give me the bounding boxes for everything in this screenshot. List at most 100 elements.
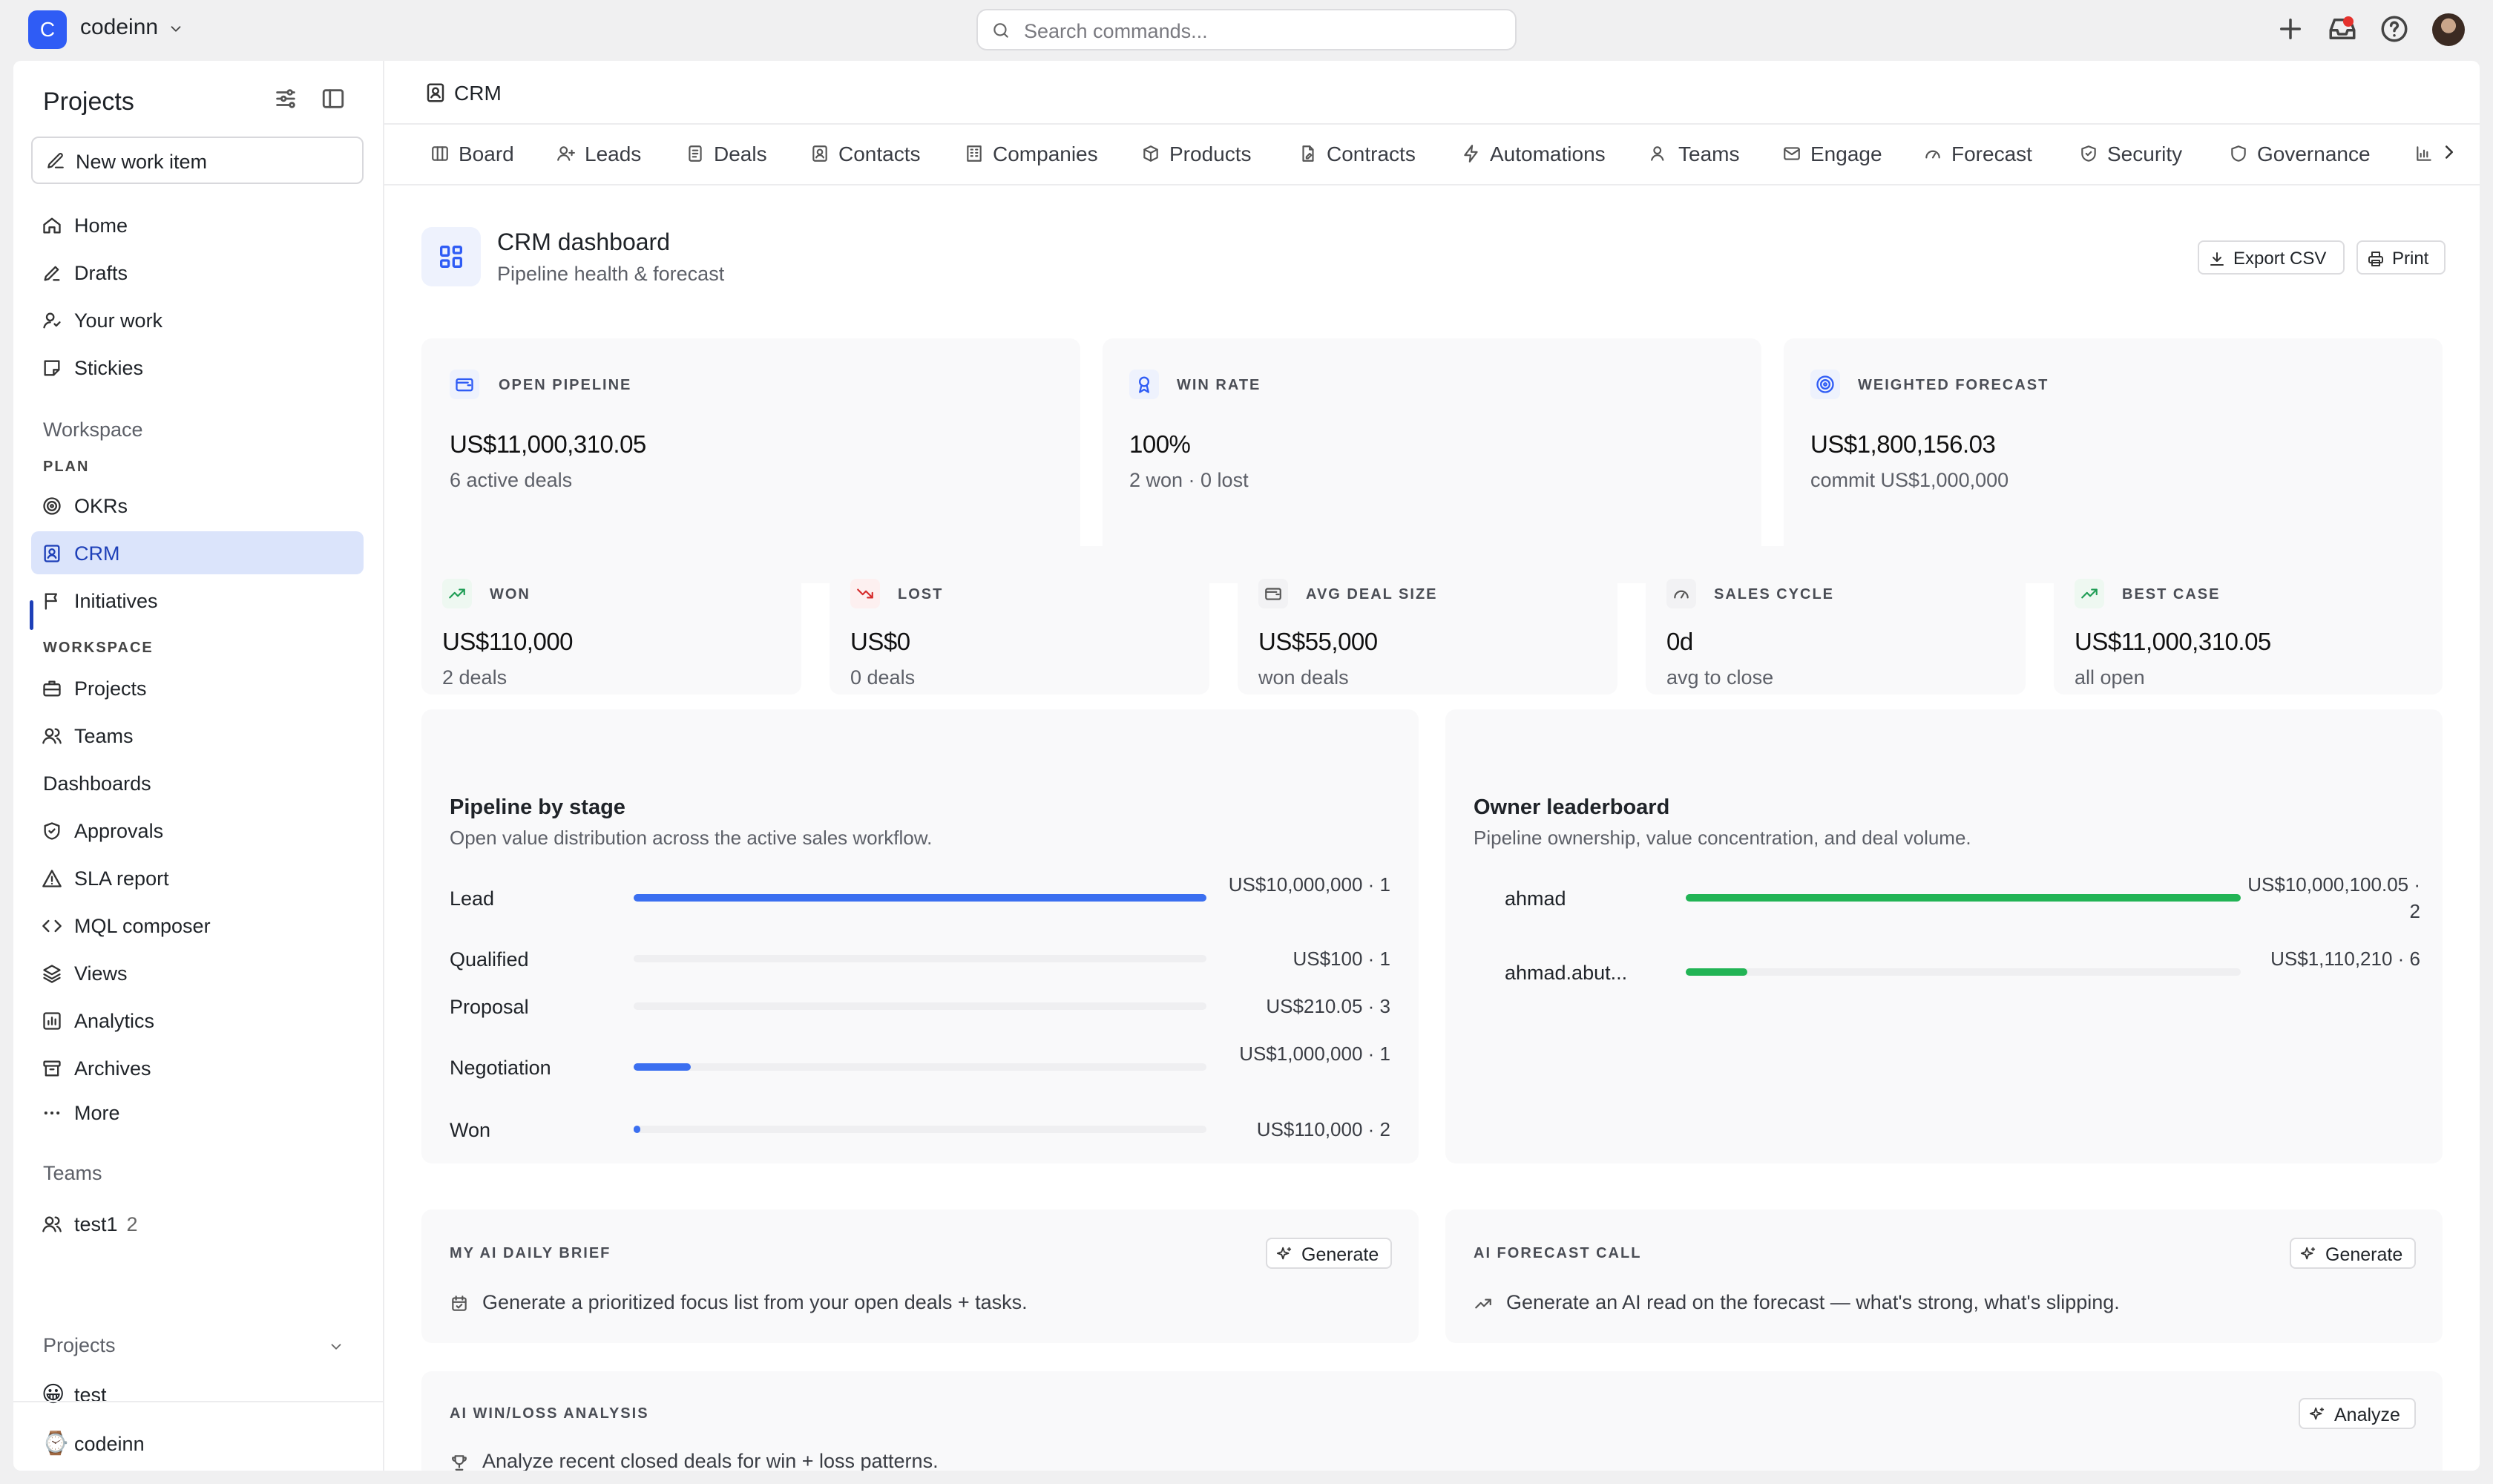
avatar[interactable] bbox=[2432, 13, 2465, 46]
kpi-sub: 6 active deals bbox=[450, 469, 573, 491]
sidebar-item-views[interactable]: Views bbox=[31, 951, 380, 994]
panel-title: Pipeline by stage bbox=[450, 795, 625, 819]
tab-label: Companies bbox=[993, 142, 1098, 165]
kpi-label: WIN RATE bbox=[1177, 377, 1261, 393]
leaderboard-panel: Owner leaderboard Pipeline ownership, va… bbox=[1445, 709, 2443, 1163]
help-icon[interactable] bbox=[2379, 13, 2410, 45]
project-item-test[interactable]: 😀 test bbox=[31, 1373, 380, 1416]
sidebar-item-archives[interactable]: Archives bbox=[31, 1046, 380, 1089]
chevron-right-icon[interactable] bbox=[2438, 141, 2460, 163]
bar-fill bbox=[634, 1063, 691, 1071]
sidebar-toggle-icon[interactable] bbox=[321, 86, 346, 111]
kpi-sub: avg to close bbox=[1666, 666, 1774, 689]
team-name: test1 bbox=[74, 1213, 118, 1235]
panel-subtitle: Open value distribution across the activ… bbox=[450, 827, 933, 849]
trend-down-icon bbox=[850, 579, 880, 608]
sidebar-item-label: Projects bbox=[74, 677, 147, 700]
generate-forecast-button[interactable]: Generate bbox=[2290, 1238, 2416, 1269]
print-button[interactable]: Print bbox=[2356, 240, 2446, 275]
briefcase-icon bbox=[42, 678, 62, 699]
sidebar-item-initiatives[interactable]: Initiatives bbox=[31, 579, 380, 622]
kpi-sub: commit US$1,000,000 bbox=[1810, 469, 2009, 491]
kpi-value: US$1,800,156.03 bbox=[1810, 430, 1996, 458]
kpi-label: WEIGHTED FORECAST bbox=[1858, 377, 2049, 393]
new-work-item-label: New work item bbox=[76, 151, 208, 173]
sidebar-item-okrs[interactable]: OKRs bbox=[31, 484, 380, 527]
edit-icon bbox=[46, 151, 65, 171]
sidebar-item-your-work[interactable]: Your work bbox=[31, 298, 380, 341]
sidebar-item-label: Drafts bbox=[74, 262, 128, 284]
divider bbox=[13, 1401, 383, 1402]
sidebar-item-more[interactable]: More bbox=[31, 1091, 380, 1134]
sidebar-item-team-test1[interactable]: test1 2 bbox=[31, 1202, 380, 1245]
main-content: CRM Board Leads Deals Contacts Companies… bbox=[384, 61, 2480, 1471]
bar-track bbox=[634, 894, 1206, 902]
sidebar-item-stickies[interactable]: Stickies bbox=[31, 346, 380, 389]
kpi-value: 0d bbox=[1666, 628, 1693, 655]
bar-value: US$110,000 · 2 bbox=[1256, 1118, 1390, 1140]
users-icon bbox=[42, 1214, 62, 1235]
new-work-item-button[interactable]: New work item bbox=[31, 137, 364, 184]
search-input[interactable]: Search commands... bbox=[976, 9, 1517, 50]
owner-label: ahmad bbox=[1505, 887, 1566, 910]
sidebar: Projects New work item Home Drafts Your … bbox=[13, 61, 384, 1471]
kpi-card-sales-cycle: SALES CYCLE 0d avg to close bbox=[1646, 546, 2026, 695]
workspace-logo[interactable]: C bbox=[28, 10, 67, 49]
workspace-name[interactable]: codeinn bbox=[80, 15, 158, 40]
button-label: Generate bbox=[2325, 1244, 2403, 1265]
filter-sliders-icon[interactable] bbox=[273, 86, 298, 111]
ai-card-text: Analyze recent closed deals for win + lo… bbox=[482, 1450, 939, 1471]
bar-fill bbox=[1686, 894, 2241, 902]
ai-card-label: MY AI DAILY BRIEF bbox=[450, 1245, 611, 1261]
printer-icon bbox=[2367, 250, 2385, 268]
plus-icon[interactable] bbox=[2275, 13, 2306, 45]
generate-brief-button[interactable]: Generate bbox=[1266, 1238, 1392, 1269]
breadcrumb-label[interactable]: CRM bbox=[454, 82, 502, 105]
sidebar-item-dashboards[interactable]: Dashboards bbox=[31, 761, 380, 804]
box-icon bbox=[1141, 144, 1160, 163]
button-label: Analyze bbox=[2334, 1405, 2400, 1425]
tab-label: Security bbox=[2107, 142, 2183, 165]
sidebar-item-home[interactable]: Home bbox=[31, 203, 380, 246]
stage-label: Won bbox=[450, 1119, 491, 1141]
notification-dot bbox=[2343, 16, 2354, 27]
kpi-label: OPEN PIPELINE bbox=[499, 377, 632, 393]
sidebar-item-analytics[interactable]: Analytics bbox=[31, 999, 380, 1042]
page-title: CRM dashboard bbox=[497, 229, 670, 255]
bar-track bbox=[1686, 894, 2241, 902]
chevron-down-icon[interactable] bbox=[168, 21, 184, 37]
export-csv-button[interactable]: Export CSV bbox=[2198, 240, 2345, 275]
plan-heading: PLAN bbox=[43, 459, 90, 475]
tab-label: Forecast bbox=[1951, 142, 2032, 165]
dashboard-grid-icon bbox=[421, 227, 481, 286]
kpi-label: AVG DEAL SIZE bbox=[1306, 586, 1438, 603]
sidebar-item-mql-composer[interactable]: MQL composer bbox=[31, 904, 380, 947]
chevron-down-icon[interactable] bbox=[328, 1339, 344, 1355]
wallet-icon bbox=[450, 370, 479, 399]
button-label: Generate bbox=[1301, 1244, 1379, 1265]
gauge-icon bbox=[1666, 579, 1696, 608]
sidebar-item-label: CRM bbox=[74, 542, 120, 565]
kpi-value: US$0 bbox=[850, 628, 910, 655]
sidebar-item-label: MQL composer bbox=[74, 915, 211, 937]
tab-label: Products bbox=[1169, 142, 1252, 165]
ai-winloss-card: AI WIN/LOSS ANALYSIS Analyze Analyze rec… bbox=[421, 1371, 2443, 1471]
kpi-label: WON bbox=[490, 586, 531, 603]
stage-label: Negotiation bbox=[450, 1057, 551, 1079]
analyze-button[interactable]: Analyze bbox=[2299, 1398, 2416, 1429]
export-csv-label: Export CSV bbox=[2233, 249, 2327, 269]
inbox-icon[interactable] bbox=[2327, 13, 2358, 45]
sidebar-item-crm[interactable]: CRM bbox=[31, 531, 364, 574]
ai-forecast-card: AI FORECAST CALL Generate Generate an AI… bbox=[1445, 1209, 2443, 1343]
sidebar-item-projects[interactable]: Projects bbox=[31, 666, 380, 709]
project-item-codeinn[interactable]: ⌚ codeinn bbox=[31, 1422, 380, 1465]
sidebar-item-drafts[interactable]: Drafts bbox=[31, 251, 380, 294]
sidebar-item-label: test1 2 bbox=[74, 1213, 138, 1236]
ai-card-label: AI WIN/LOSS ANALYSIS bbox=[450, 1405, 649, 1422]
code-icon bbox=[42, 916, 62, 936]
sidebar-item-approvals[interactable]: Approvals bbox=[31, 809, 380, 852]
bar-value: US$100 · 1 bbox=[1293, 948, 1390, 970]
sidebar-item-teams[interactable]: Teams bbox=[31, 714, 380, 757]
bolt-icon bbox=[1462, 144, 1481, 163]
sidebar-item-sla-report[interactable]: SLA report bbox=[31, 856, 380, 899]
